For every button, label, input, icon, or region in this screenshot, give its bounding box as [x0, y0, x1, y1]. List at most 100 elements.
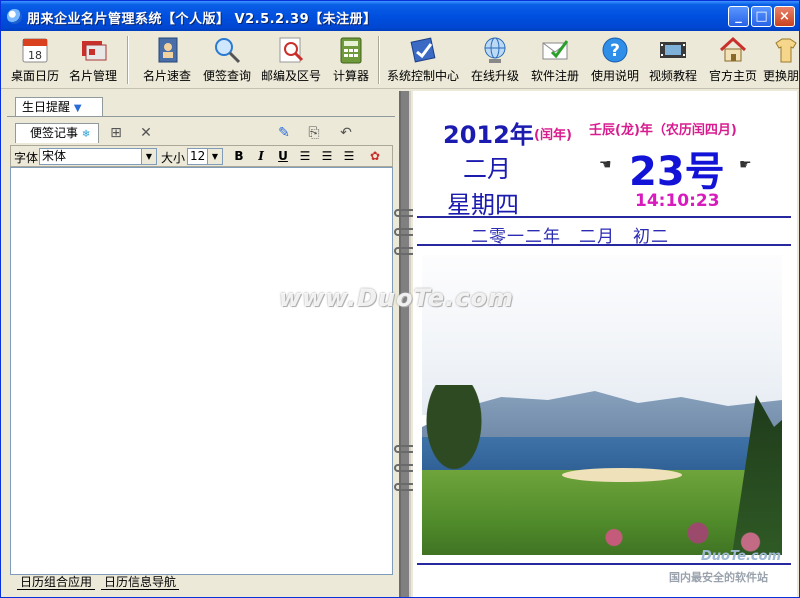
toolbar-label: 更换朋: [763, 69, 799, 83]
italic-button[interactable]: I: [252, 148, 270, 165]
size-select[interactable]: 12 ▼: [187, 148, 223, 165]
toolbar-label: 便签查询: [202, 69, 251, 83]
undo-icon: ↶: [340, 125, 352, 141]
toolbar-desktop-calendar-button[interactable]: 18 桌面日历: [7, 33, 63, 87]
divider: [417, 216, 791, 218]
size-label: 大小: [161, 151, 186, 165]
toolbar-separator: [127, 36, 129, 84]
toolbar-label: 名片管理: [68, 69, 117, 83]
toolbar-control-center-button[interactable]: 系统控制中心: [385, 33, 461, 87]
toolbar-upgrade-button[interactable]: 在线升级: [467, 33, 523, 87]
divider: [417, 244, 791, 246]
film-icon: [658, 35, 688, 65]
toolbar-label: 软件注册: [530, 69, 579, 83]
next-day-button[interactable]: ☛: [739, 157, 752, 173]
font-label: 字体: [14, 151, 39, 165]
magnifier-icon: [212, 35, 242, 65]
close-icon: ✕: [140, 125, 152, 141]
size-value: 12: [190, 149, 206, 163]
align-right-icon: ☰: [343, 149, 355, 163]
prev-day-button[interactable]: ☚: [599, 157, 612, 173]
font-value: 宋体: [42, 149, 67, 163]
toolbar-label: 系统控制中心: [386, 69, 459, 83]
delete-note-button[interactable]: ✕: [137, 124, 155, 142]
app-logo-icon: [7, 9, 22, 24]
house-icon: [718, 35, 748, 65]
bold-button[interactable]: B: [230, 148, 248, 165]
toolbar-register-button[interactable]: 软件注册: [527, 33, 583, 87]
tab-birthday-reminder[interactable]: 生日提醒 ▼: [15, 97, 103, 117]
align-right-button[interactable]: ☰: [340, 148, 358, 165]
toolbar-help-button[interactable]: ? 使用说明: [587, 33, 643, 87]
calendar-year: 2012年: [443, 121, 534, 149]
envelope-check-icon: [540, 35, 570, 65]
font-select[interactable]: 宋体 ▼: [39, 148, 157, 165]
align-left-icon: ☰: [299, 149, 311, 163]
chevron-down-icon: ▼: [141, 149, 156, 164]
note-editor[interactable]: [10, 167, 393, 575]
calendar-icon: 18: [20, 35, 50, 65]
toolbar-label: 桌面日历: [10, 69, 59, 83]
pencil-icon: ✎: [278, 125, 290, 141]
calendar-day: 23号: [629, 149, 725, 195]
align-center-icon: ☰: [321, 149, 333, 163]
calendar-page: 2012年 (闰年) 壬辰(龙)年（农历闰四月) 二月 ☚ 23号 ☛ 星期四 …: [413, 91, 797, 597]
tab-label: 生日提醒: [22, 100, 71, 114]
color-button[interactable]: ✿: [366, 148, 384, 165]
toolbar-card-manage-button[interactable]: 名片管理: [65, 33, 121, 87]
chevron-down-icon: ▼: [207, 149, 222, 164]
calendar-month: 二月: [463, 155, 511, 183]
photo-sand: [562, 468, 682, 482]
align-center-button[interactable]: ☰: [318, 148, 336, 165]
copy-icon: ⎘: [308, 125, 320, 141]
lunar-year: 壬辰(龙)年（农历闰四月): [589, 123, 737, 138]
tab-calendar-apps[interactable]: 日历组合应用: [17, 574, 96, 590]
add-note-button[interactable]: ⊞: [107, 124, 125, 142]
svg-text:?: ?: [610, 41, 620, 61]
tab-note[interactable]: 便签记事 ❄: [15, 123, 99, 143]
toolbar-label: 邮编及区号: [260, 69, 321, 83]
close-button[interactable]: ×: [774, 6, 795, 27]
tab-label: 日历信息导航: [104, 575, 177, 589]
toolbar-calculator-button[interactable]: 计算器: [329, 33, 373, 87]
snowflake-icon: ❄: [81, 129, 91, 140]
toolbar-video-button[interactable]: 视频教程: [645, 33, 701, 87]
photo-tree-left: [422, 385, 502, 505]
toolbar-label: 名片速查: [142, 69, 191, 83]
search-doc-icon: [276, 35, 306, 65]
watermark-text: www.DuoTe.com: [279, 284, 514, 312]
watermark-slogan: 国内最安全的软件站: [669, 571, 768, 584]
edit-note-button[interactable]: ✎: [275, 124, 293, 142]
format-toolbar: 字体 宋体 ▼ 大小 12 ▼ B I U ☰ ☰ ☰ ✿: [10, 145, 393, 167]
toolbar-label: 在线升级: [470, 69, 519, 83]
toolbar-homepage-button[interactable]: 官方主页: [705, 33, 761, 87]
window-title: 朋来企业名片管理系统【个人版】 V2.5.2.39【未注册】: [27, 12, 377, 27]
help-icon: ?: [600, 35, 630, 65]
tab-label: 便签记事: [30, 126, 79, 140]
divider: [7, 116, 395, 117]
plus-icon: ⊞: [110, 125, 122, 141]
tab-calendar-nav[interactable]: 日历信息导航: [101, 574, 180, 590]
undo-button[interactable]: ↶: [337, 124, 355, 142]
toolbar-label: 计算器: [332, 69, 369, 83]
align-left-button[interactable]: ☰: [296, 148, 314, 165]
tab-label: 日历组合应用: [20, 575, 93, 589]
app-window: 朋来企业名片管理系统【个人版】 V2.5.2.39【未注册】 _ □ × 18 …: [0, 0, 800, 598]
toolbar-card-quick-button[interactable]: 名片速查: [139, 33, 195, 87]
hand-left-icon: ☚: [599, 157, 612, 173]
underline-button[interactable]: U: [274, 148, 292, 165]
toolbar-note-query-button[interactable]: 便签查询: [199, 33, 255, 87]
svg-text:18: 18: [28, 49, 42, 62]
minimize-button[interactable]: _: [728, 6, 749, 27]
calendar-weekday: 星期四: [447, 191, 519, 219]
clock-time: 14:10:23: [635, 191, 720, 211]
hand-right-icon: ☛: [739, 157, 752, 173]
toolbar-skin-button[interactable]: 更换朋: [763, 33, 799, 87]
toolbar-separator: [378, 36, 380, 84]
address-book-icon: [152, 35, 182, 65]
toolbar-postcode-button[interactable]: 邮编及区号: [259, 33, 323, 87]
copy-note-button[interactable]: ⎘: [305, 124, 323, 142]
globe-icon: [480, 35, 510, 65]
maximize-button[interactable]: □: [751, 6, 772, 27]
tshirt-icon: [771, 35, 799, 65]
